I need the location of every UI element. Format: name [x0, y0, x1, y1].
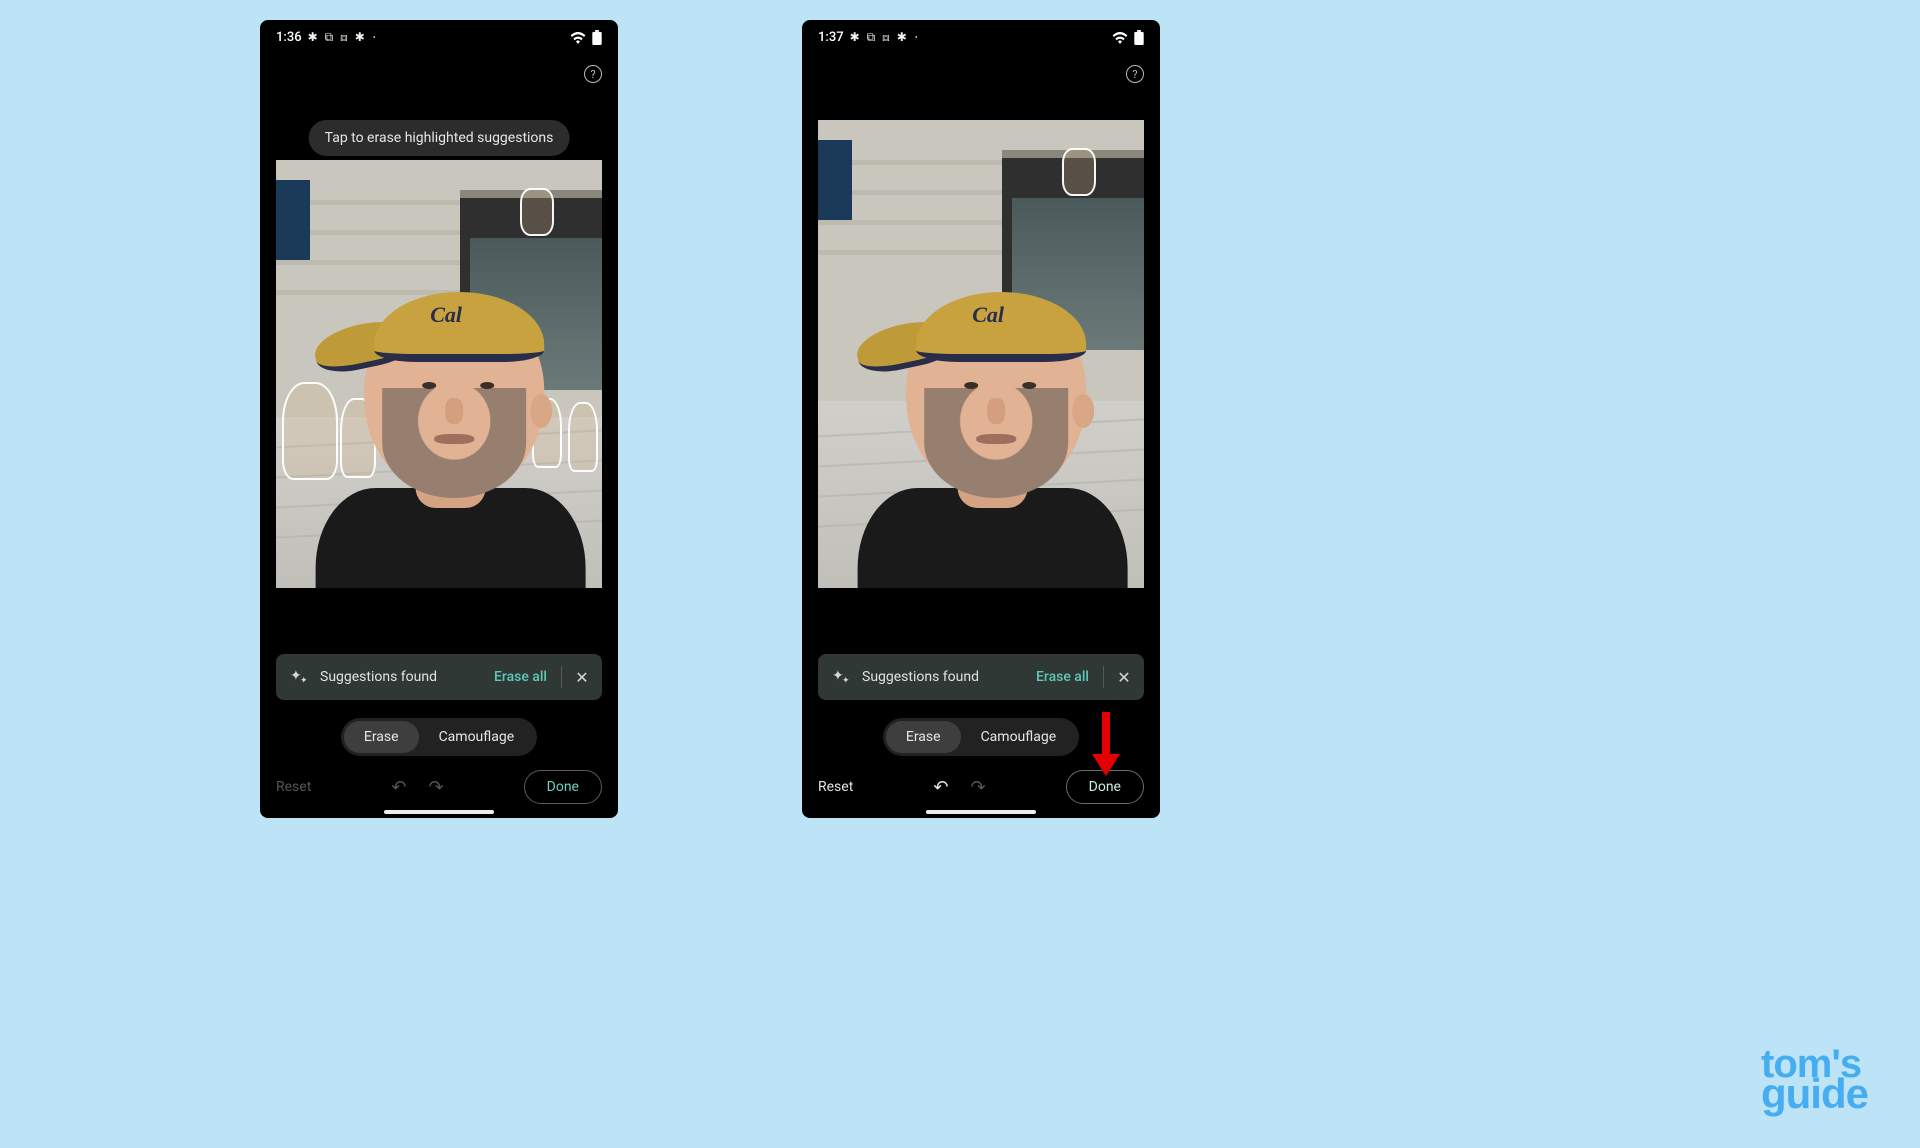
subject-nose — [987, 398, 1005, 424]
subject-cap: Cal — [896, 272, 1096, 372]
subject-mouth — [434, 434, 474, 444]
photo-preview[interactable]: Cal — [276, 160, 602, 588]
photo-subject: Cal — [848, 258, 1138, 588]
mode-erase[interactable]: Erase — [886, 721, 961, 753]
status-more-dot: • — [373, 33, 376, 42]
phone-screen-left: 1:36 ✱ ⧉ ⧈ ✱ • ? Tap to erase highlighte… — [260, 20, 618, 818]
help-icon[interactable]: ? — [1126, 65, 1144, 83]
battery-icon — [1134, 30, 1144, 45]
notification-icons: ✱ ⧉ ⧈ ✱ — [850, 30, 909, 45]
screenshot-pair: 1:36 ✱ ⧉ ⧈ ✱ • ? Tap to erase highlighte… — [260, 20, 1660, 1128]
status-right — [570, 30, 602, 45]
status-left: 1:37 ✱ ⧉ ⧈ ✱ • — [818, 30, 918, 45]
wifi-icon — [1112, 32, 1128, 44]
help-row: ? — [260, 51, 618, 87]
mode-pill: Erase Camouflage — [341, 718, 537, 756]
annotation-arrow-icon — [1088, 710, 1124, 780]
status-left: 1:36 ✱ ⧉ ⧈ ✱ • — [276, 30, 376, 45]
photo-subject: Cal — [306, 258, 596, 588]
mode-pill: Erase Camouflage — [883, 718, 1079, 756]
sparkle-icon — [832, 668, 850, 686]
redo-icon[interactable]: ↷ — [970, 777, 985, 798]
suggestion-outline[interactable] — [520, 188, 554, 236]
notification-icons: ✱ ⧉ ⧈ ✱ — [308, 30, 367, 45]
cap-logo: Cal — [430, 302, 462, 328]
subject-ear — [530, 394, 552, 428]
watermark-line2: guide — [1761, 1070, 1868, 1117]
erase-all-button[interactable]: Erase all — [1036, 669, 1103, 685]
phone-screen-right: 1:37 ✱ ⧉ ⧈ ✱ • ? — [802, 20, 1160, 818]
photo-preview[interactable]: Cal — [818, 120, 1144, 588]
subject-mouth — [976, 434, 1016, 444]
nav-handle[interactable] — [384, 810, 494, 814]
bottom-toolbar: Reset ↶ ↷ Done — [276, 770, 602, 804]
reset-button[interactable]: Reset — [276, 779, 311, 795]
help-icon[interactable]: ? — [584, 65, 602, 83]
subject-ear — [1072, 394, 1094, 428]
suggestions-label: Suggestions found — [320, 669, 494, 685]
mode-erase[interactable]: Erase — [344, 721, 419, 753]
undo-redo-group: ↶ ↷ — [933, 777, 985, 798]
status-time: 1:37 — [818, 30, 844, 45]
done-button[interactable]: Done — [524, 770, 602, 804]
subject-head: Cal — [364, 298, 544, 498]
wifi-icon — [570, 32, 586, 44]
mode-selector: Erase Camouflage — [260, 718, 618, 756]
reset-button[interactable]: Reset — [818, 779, 853, 795]
undo-icon[interactable]: ↶ — [391, 777, 406, 798]
suggestions-label: Suggestions found — [862, 669, 1036, 685]
redo-icon[interactable]: ↷ — [428, 777, 443, 798]
cap-logo: Cal — [972, 302, 1004, 328]
subject-head: Cal — [906, 298, 1086, 498]
close-icon[interactable]: ✕ — [1114, 668, 1134, 687]
undo-redo-group: ↶ ↷ — [391, 777, 443, 798]
erase-all-button[interactable]: Erase all — [494, 669, 561, 685]
subject-eye — [422, 382, 436, 389]
suggestion-outline[interactable] — [1062, 148, 1096, 196]
mode-camouflage[interactable]: Camouflage — [419, 721, 535, 753]
photo-banner — [276, 180, 310, 260]
status-bar: 1:37 ✱ ⧉ ⧈ ✱ • — [802, 20, 1160, 51]
undo-icon[interactable]: ↶ — [933, 777, 948, 798]
subject-nose — [445, 398, 463, 424]
vertical-divider — [1103, 666, 1104, 688]
subject-eye — [480, 382, 494, 389]
nav-handle[interactable] — [926, 810, 1036, 814]
subject-eye — [964, 382, 978, 389]
status-bar: 1:36 ✱ ⧉ ⧈ ✱ • — [260, 20, 618, 51]
status-time: 1:36 — [276, 30, 302, 45]
suggestions-bar: Suggestions found Erase all ✕ — [818, 654, 1144, 700]
erase-tooltip: Tap to erase highlighted suggestions — [309, 120, 570, 156]
vertical-divider — [561, 666, 562, 688]
battery-icon — [592, 30, 602, 45]
watermark-logo: tom's guide — [1761, 1048, 1868, 1112]
suggestions-bar: Suggestions found Erase all ✕ — [276, 654, 602, 700]
photo-banner — [818, 140, 852, 220]
status-more-dot: • — [915, 33, 918, 42]
close-icon[interactable]: ✕ — [572, 668, 592, 687]
help-row: ? — [802, 51, 1160, 87]
mode-camouflage[interactable]: Camouflage — [961, 721, 1077, 753]
subject-cap: Cal — [354, 272, 554, 372]
status-right — [1112, 30, 1144, 45]
subject-eye — [1022, 382, 1036, 389]
sparkle-icon — [290, 668, 308, 686]
